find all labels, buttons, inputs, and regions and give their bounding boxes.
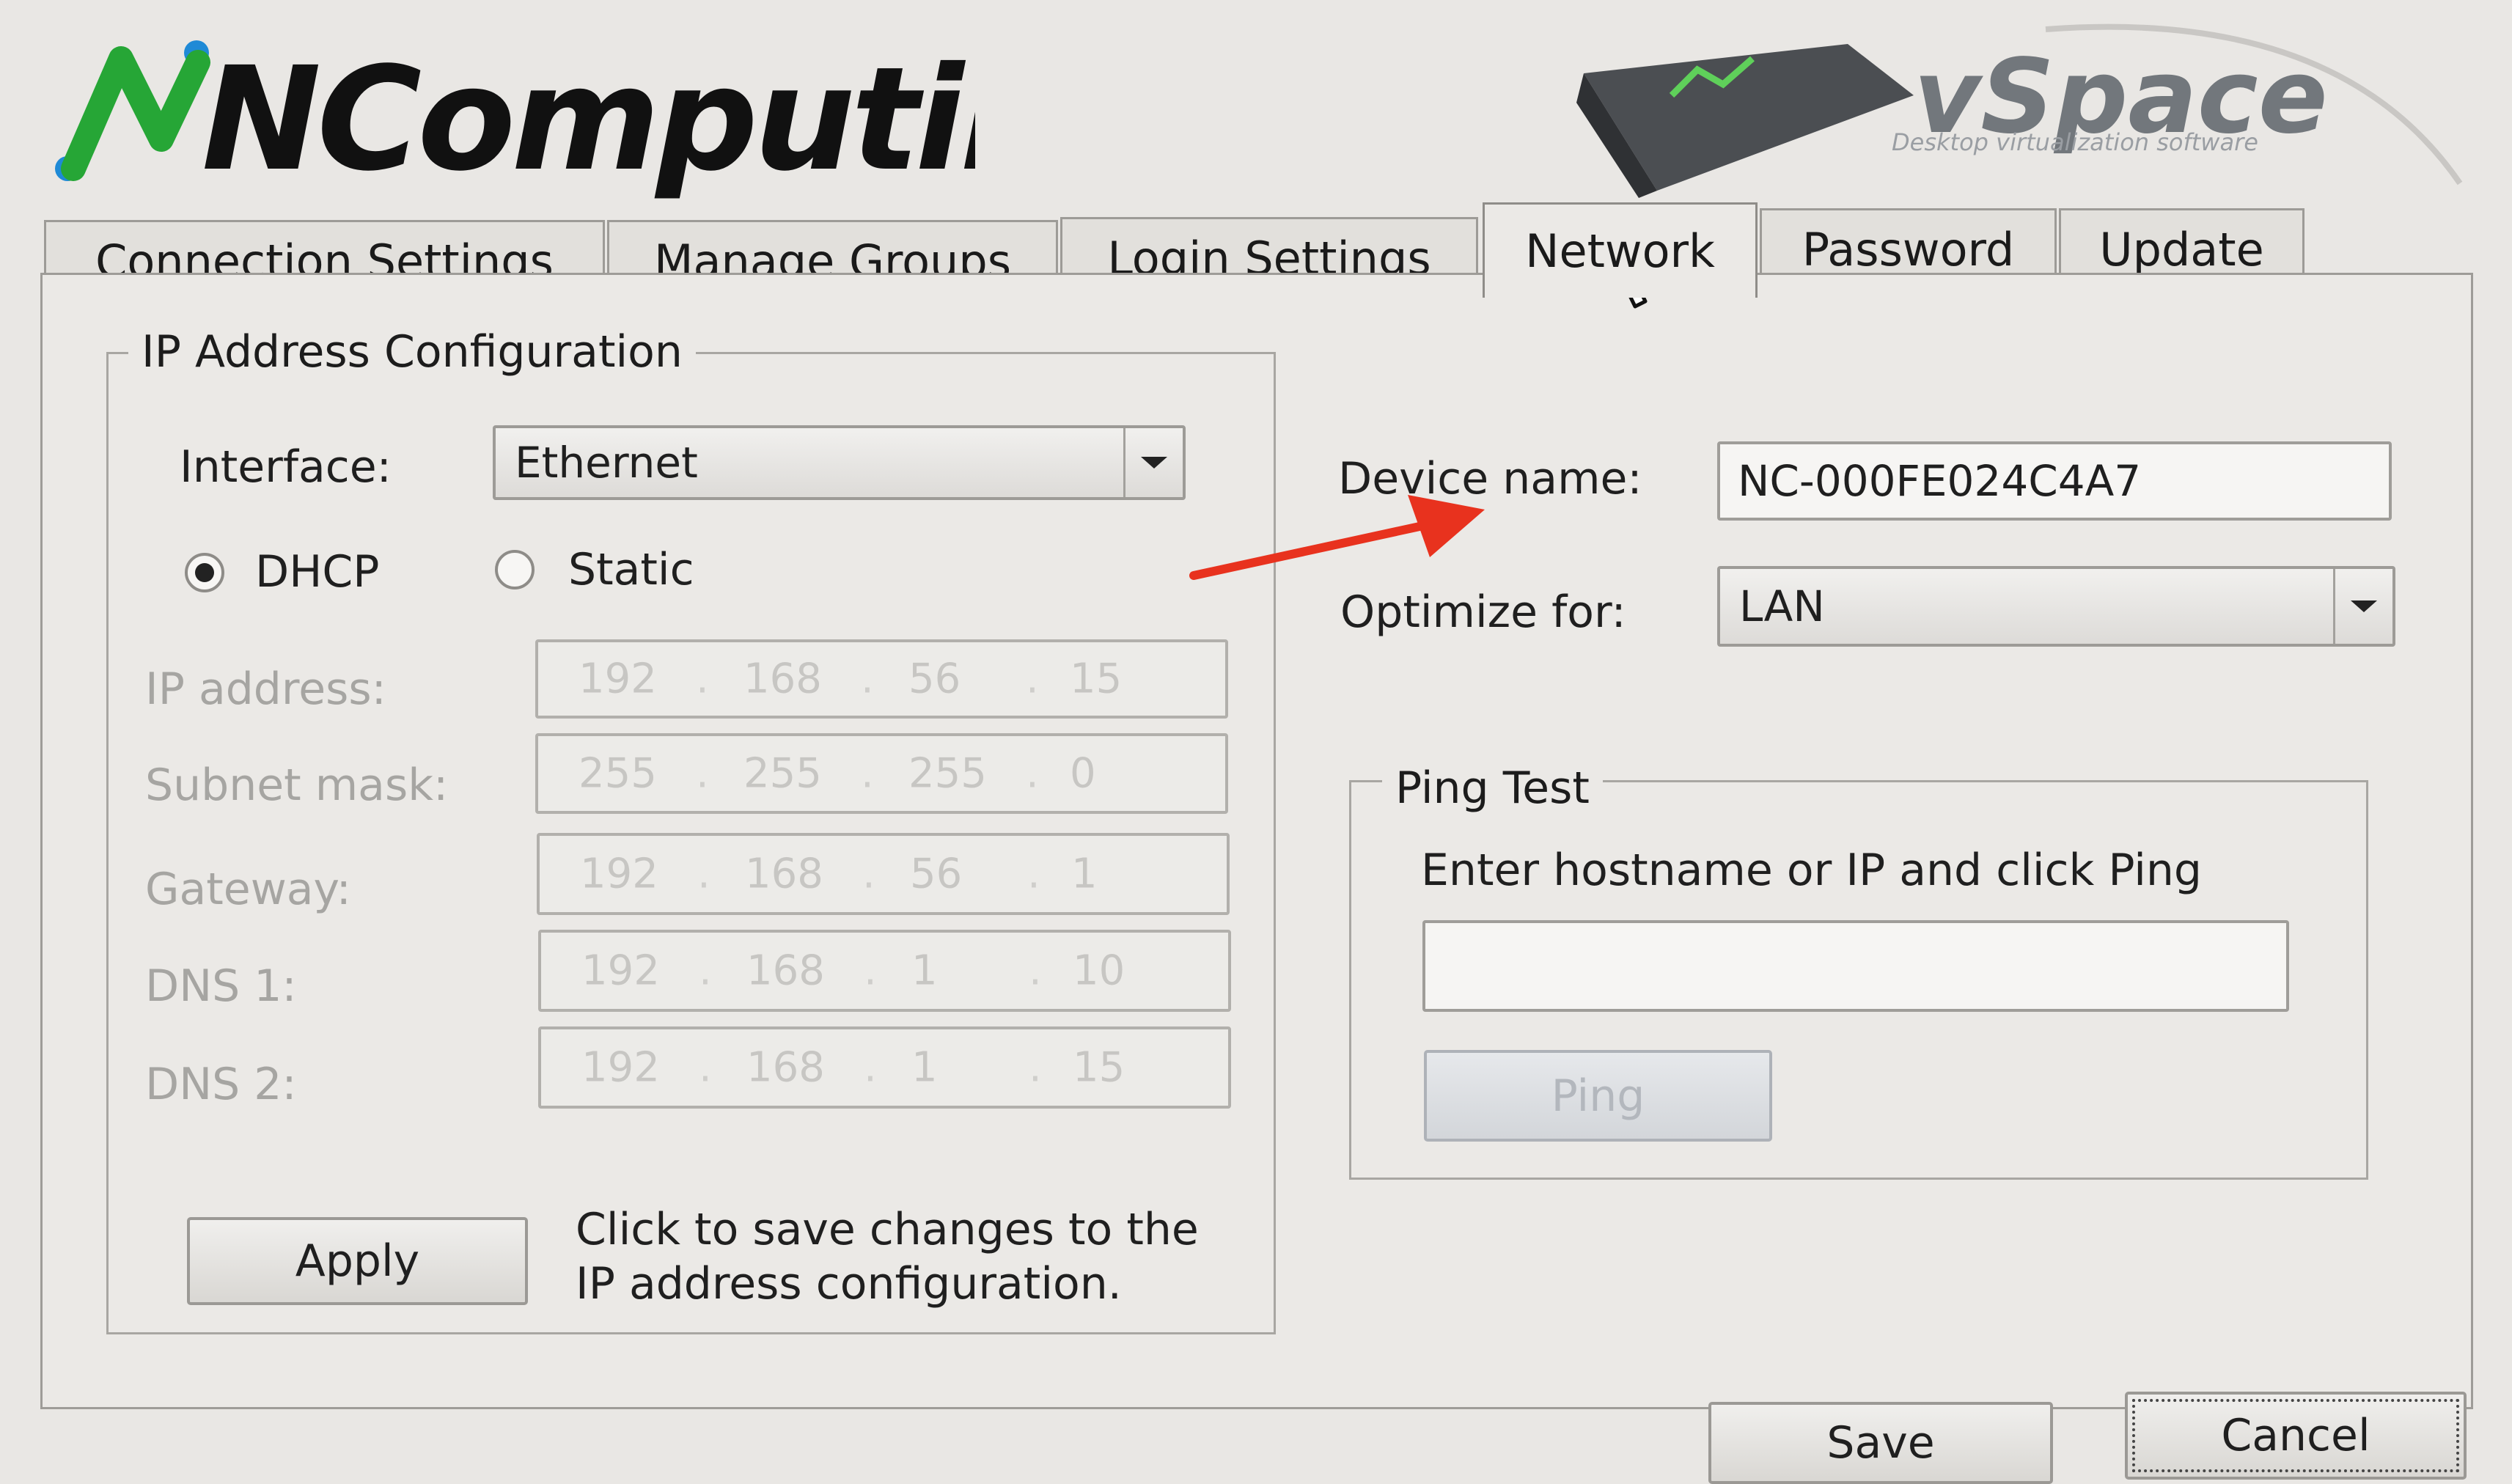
ping-test-legend: Ping Test bbox=[1382, 763, 1603, 814]
gateway-field: 192 . 168 . 56 . 1 bbox=[537, 833, 1230, 915]
cancel-button[interactable]: Cancel bbox=[2125, 1392, 2467, 1480]
ping-host-input[interactable] bbox=[1422, 920, 2289, 1012]
ping-button[interactable]: Ping bbox=[1424, 1050, 1772, 1142]
vspace-brand-graphic: vSpace Desktop virtualization software bbox=[1569, 15, 2471, 205]
dns2-label: DNS 2: bbox=[145, 1059, 297, 1110]
ip-address-label: IP address: bbox=[145, 664, 386, 715]
vspace-tagline: Desktop virtualization software bbox=[1892, 128, 2258, 156]
dhcp-label: DHCP bbox=[255, 546, 380, 598]
apply-hint: Click to save changes to the IP address … bbox=[576, 1204, 1199, 1309]
ncomputing-logo: NComputing bbox=[51, 29, 1160, 213]
device-name-field[interactable]: NC-000FE024C4A7 bbox=[1717, 441, 2392, 521]
logo-wordmark: NComputing bbox=[202, 36, 975, 202]
ping-instruction: Enter hostname or IP and click Ping bbox=[1421, 845, 2202, 896]
interface-label: Interface: bbox=[180, 441, 392, 493]
save-button[interactable]: Save bbox=[1708, 1402, 2053, 1484]
dropdown-arrow-icon[interactable] bbox=[1123, 428, 1183, 497]
subnet-mask-label: Subnet mask: bbox=[145, 760, 449, 811]
optimize-for-value: LAN bbox=[1739, 581, 1825, 631]
gateway-label: Gateway: bbox=[145, 864, 351, 915]
dns1-field: 192 . 168 . 1 . 10 bbox=[538, 930, 1231, 1012]
optimize-for-label: Optimize for: bbox=[1340, 587, 1626, 638]
interface-dropdown[interactable]: Ethernet bbox=[493, 425, 1186, 500]
ip-address-field: 192 . 168 . 56 . 15 bbox=[535, 639, 1228, 719]
static-radio[interactable] bbox=[495, 550, 535, 589]
apply-button[interactable]: Apply bbox=[187, 1217, 528, 1305]
dropdown-arrow-icon[interactable] bbox=[2333, 569, 2392, 644]
dns2-field: 192 . 168 . 1 . 15 bbox=[538, 1026, 1231, 1109]
dns1-label: DNS 1: bbox=[145, 960, 297, 1012]
interface-value: Ethernet bbox=[515, 438, 698, 488]
subnet-mask-field: 255 . 255 . 255 . 0 bbox=[535, 733, 1228, 814]
static-label: Static bbox=[568, 544, 694, 595]
ip-config-legend: IP Address Configuration bbox=[128, 326, 696, 378]
logo-n-mark bbox=[61, 46, 210, 181]
optimize-for-dropdown[interactable]: LAN bbox=[1717, 566, 2395, 647]
dhcp-radio[interactable] bbox=[185, 553, 224, 592]
tab-network[interactable]: Network bbox=[1483, 202, 1758, 298]
annotation-arrow-icon bbox=[1188, 484, 1496, 587]
